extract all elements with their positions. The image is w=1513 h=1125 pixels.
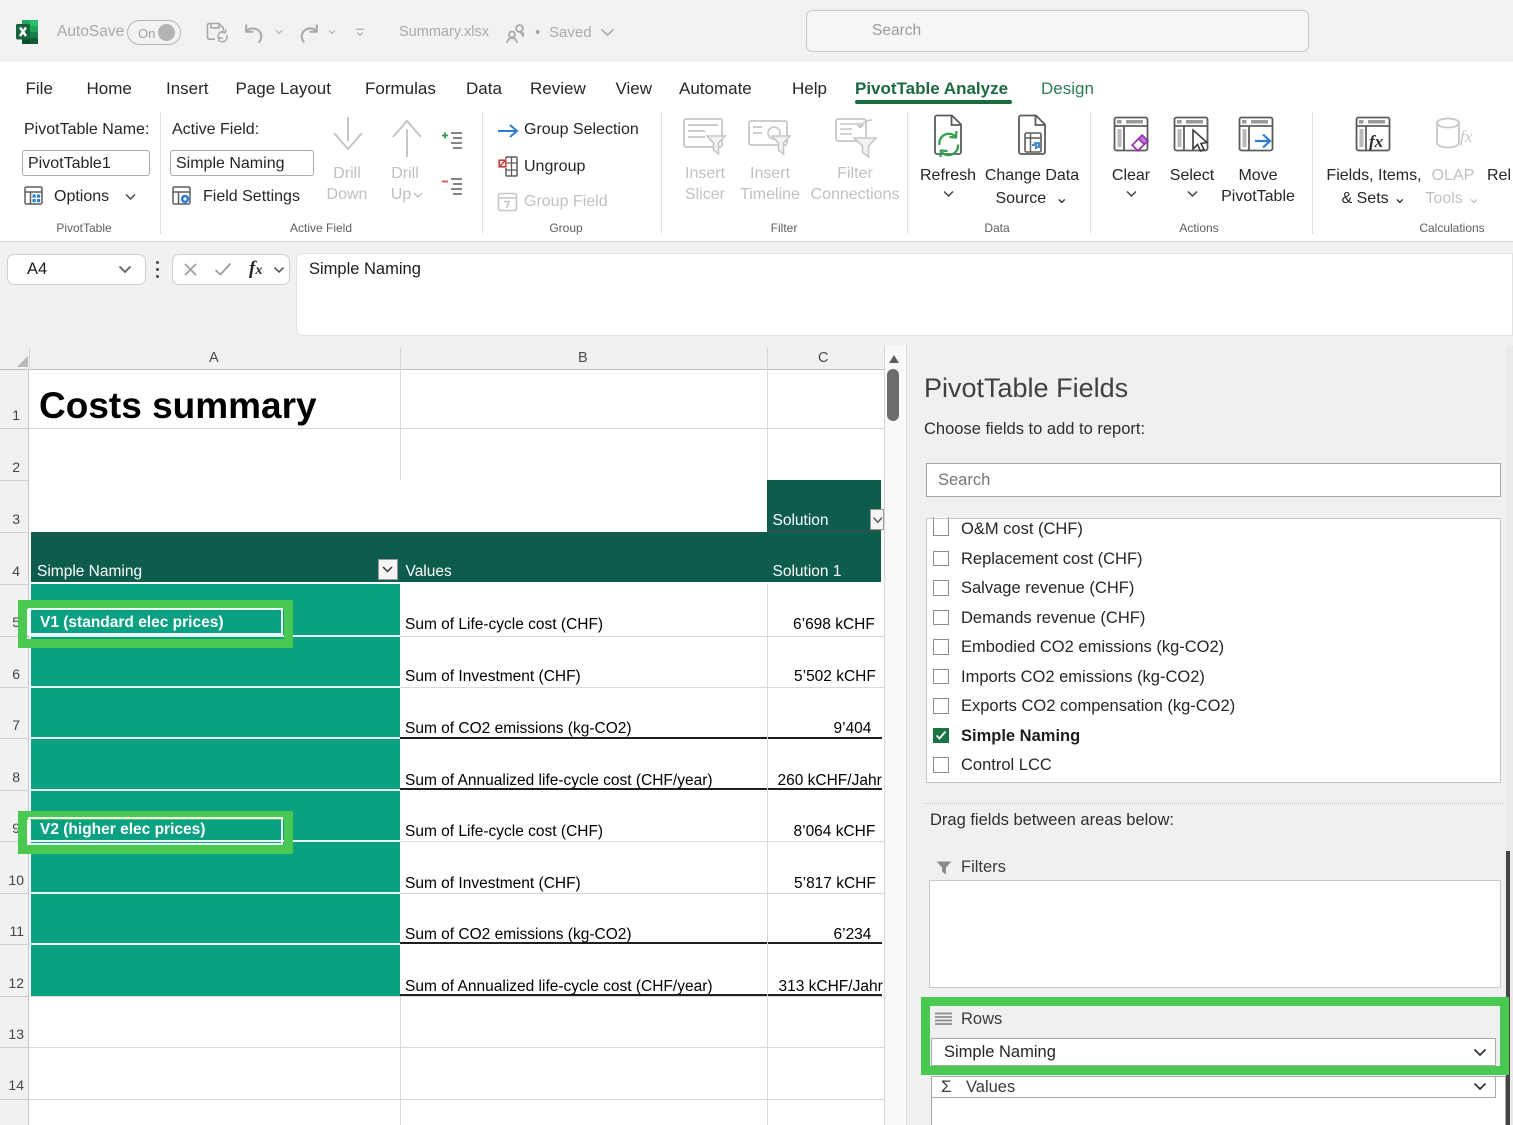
svg-text:fx: fx [1460,127,1473,146]
svg-text:fx: fx [1369,132,1384,151]
